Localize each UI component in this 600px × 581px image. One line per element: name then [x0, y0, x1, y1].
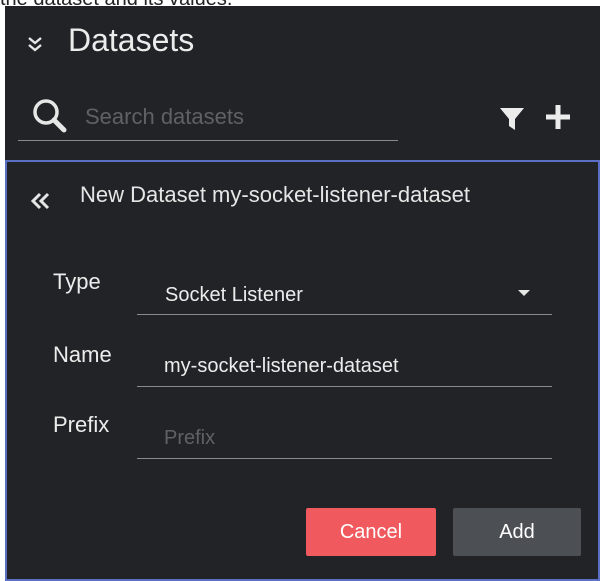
- search-bar: [18, 94, 398, 141]
- plus-icon[interactable]: [543, 102, 573, 132]
- prefix-label: Prefix: [53, 412, 110, 437]
- prefix-field[interactable]: [162, 422, 546, 454]
- panel-header: Datasets: [5, 6, 600, 86]
- double-chevron-left-icon[interactable]: [30, 191, 54, 211]
- datasets-panel: Datasets New Dataset my-socket-listener: [5, 6, 600, 581]
- search-input[interactable]: [83, 100, 397, 134]
- name-field[interactable]: [162, 350, 546, 382]
- cancel-button[interactable]: Cancel: [306, 508, 436, 556]
- form-title: New Dataset my-socket-listener-dataset: [80, 182, 471, 207]
- prefix-field-wrapper: [137, 416, 552, 459]
- type-select[interactable]: Socket Listener: [137, 272, 552, 315]
- caret-down-icon: [518, 290, 530, 296]
- name-field-wrapper: [137, 344, 552, 387]
- add-button[interactable]: Add: [453, 508, 581, 556]
- panel-title: Datasets: [68, 22, 195, 58]
- type-label: Type: [53, 269, 101, 294]
- double-chevron-down-icon[interactable]: [25, 33, 45, 55]
- search-icon: [31, 97, 71, 137]
- filter-icon[interactable]: [499, 106, 525, 132]
- new-dataset-form: New Dataset my-socket-listener-dataset T…: [5, 160, 600, 581]
- type-selected-value: Socket Listener: [165, 284, 303, 306]
- name-label: Name: [53, 342, 112, 367]
